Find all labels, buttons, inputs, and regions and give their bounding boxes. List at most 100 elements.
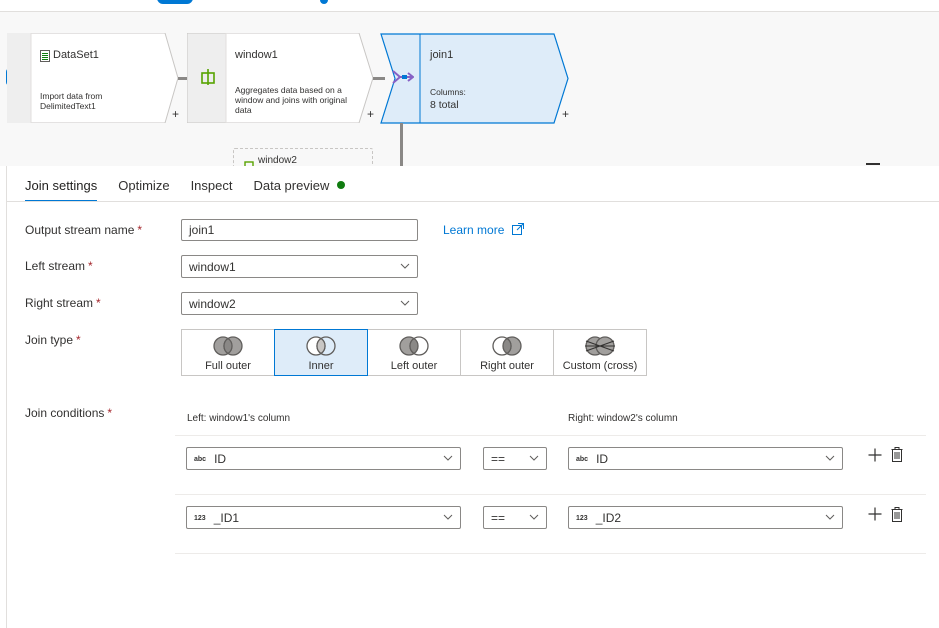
- join-type-full-outer[interactable]: Full outer: [181, 329, 275, 376]
- external-link-icon: [511, 223, 524, 235]
- chevron-down-icon: [443, 514, 453, 520]
- select-value: _ID2: [595, 511, 622, 525]
- select-value: ==: [491, 452, 506, 466]
- operator-select[interactable]: ==: [483, 447, 547, 470]
- required-mark: *: [88, 259, 93, 273]
- required-mark: *: [107, 406, 113, 420]
- join-type-selector: Full outer Inner Left outer Right outer …: [181, 329, 647, 376]
- string-type-icon: abc: [576, 456, 589, 463]
- status-dot: [337, 181, 346, 189]
- node-description: Aggregates data based on a window and jo…: [235, 85, 347, 115]
- chevron-down-icon: [443, 455, 453, 461]
- join-type-label-text: Right outer: [480, 360, 534, 372]
- tab-optimize[interactable]: Optimize: [118, 178, 169, 202]
- left-column-header: Left: window1's column: [187, 413, 291, 424]
- tab-label: Inspect: [190, 178, 233, 193]
- chevron-down-icon: [825, 514, 835, 520]
- select-value: ==: [491, 511, 506, 525]
- operator-select[interactable]: ==: [483, 506, 547, 529]
- output-stream-input[interactable]: join1: [181, 219, 418, 241]
- chevron-down-icon: [400, 300, 410, 306]
- label-text: Output stream name: [25, 223, 135, 237]
- node-title: join1: [430, 49, 454, 61]
- node-description: Import data from DelimitedText1: [40, 91, 103, 111]
- node-window1[interactable]: window1 Aggregates data based on a windo…: [187, 33, 374, 123]
- join-type-left-outer[interactable]: Left outer: [367, 329, 461, 376]
- node-join1[interactable]: join1 Columns: 8 total: [380, 33, 570, 124]
- join-type-right-outer[interactable]: Right outer: [460, 329, 554, 376]
- select-value: _ID1: [213, 511, 240, 525]
- join-type-label-text: Full outer: [205, 360, 251, 372]
- add-condition-icon[interactable]: [868, 448, 882, 462]
- node-title: DataSet1: [53, 49, 99, 61]
- tab-label: Optimize: [118, 178, 170, 193]
- right-stream-select[interactable]: window2: [181, 292, 418, 315]
- number-type-icon: 123: [194, 515, 206, 522]
- add-transform-button[interactable]: +: [172, 107, 179, 121]
- tab-join-settings[interactable]: Join settings: [25, 178, 98, 202]
- conditions-divider: [175, 435, 926, 436]
- data-flow-canvas[interactable]: DataSet1 Import data from DelimitedText1…: [0, 0, 939, 166]
- delete-condition-icon[interactable]: [891, 447, 903, 462]
- tab-inspect[interactable]: Inspect: [191, 178, 233, 202]
- chevron-down-icon: [529, 514, 539, 520]
- required-mark: *: [96, 296, 101, 310]
- tab-divider: [7, 201, 939, 202]
- number-type-icon: 123: [576, 515, 588, 522]
- string-type-icon: abc: [194, 456, 207, 463]
- add-transform-button[interactable]: +: [562, 107, 569, 121]
- left-stream-select[interactable]: window1: [181, 255, 418, 278]
- conditions-divider: [175, 553, 926, 554]
- settings-panel: Join settings Optimize Inspect Data prev…: [6, 166, 939, 628]
- select-value: ID: [214, 452, 227, 466]
- right-column-select[interactable]: 123 _ID2: [568, 506, 843, 529]
- select-value: window2: [189, 297, 236, 311]
- join-type-label-text: Custom (cross): [562, 360, 638, 372]
- required-mark: *: [137, 223, 143, 237]
- cross-join-icon: [585, 336, 615, 356]
- select-value: ID: [596, 452, 609, 466]
- tab-label: Data preview: [253, 178, 330, 193]
- tab-data-preview[interactable]: Data preview: [253, 178, 346, 202]
- label-text: Right stream: [25, 296, 94, 310]
- full-outer-join-icon: [213, 336, 243, 356]
- join-type-label: Join type *: [25, 333, 81, 347]
- label-text: Left stream: [25, 259, 86, 273]
- right-stream-label: Right stream *: [25, 296, 101, 310]
- node-title: window2: [258, 155, 297, 166]
- chevron-down-icon: [400, 263, 410, 269]
- chevron-down-icon: [825, 455, 835, 461]
- canvas-minimize-handle[interactable]: [866, 163, 880, 165]
- add-condition-icon[interactable]: [868, 507, 882, 521]
- join-type-label-text: Inner: [308, 360, 334, 372]
- toolbar-radio[interactable]: [320, 0, 328, 4]
- left-column-select[interactable]: abc ID: [186, 447, 461, 470]
- learn-more-link[interactable]: Learn more: [443, 223, 524, 237]
- left-stream-label: Left stream *: [25, 259, 93, 273]
- toolbar-toggle[interactable]: [157, 0, 193, 4]
- window-transform-icon: [244, 156, 254, 166]
- node-window2-partial[interactable]: window2: [233, 148, 373, 166]
- label-text: Join type: [25, 333, 74, 347]
- add-transform-button[interactable]: +: [367, 107, 374, 121]
- output-stream-label: Output stream name *: [25, 223, 142, 237]
- left-column-select[interactable]: 123 _ID1: [186, 506, 461, 529]
- node-columns-value: 8 total: [430, 99, 459, 111]
- delete-condition-icon[interactable]: [891, 507, 903, 522]
- conditions-divider: [175, 494, 926, 495]
- join-type-custom-cross[interactable]: Custom (cross): [553, 329, 647, 376]
- canvas-toolbar-strip: [0, 0, 939, 12]
- join-transform-icon: [392, 69, 415, 90]
- left-outer-join-icon: [399, 336, 429, 356]
- label-text: Join conditions: [25, 406, 105, 420]
- node-dataset1[interactable]: DataSet1 Import data from DelimitedText1: [7, 33, 179, 123]
- dataset-icon: [40, 49, 50, 67]
- node-columns-label: Columns:: [430, 87, 466, 97]
- link-text: Learn more: [443, 223, 505, 237]
- right-outer-join-icon: [492, 336, 522, 356]
- right-column-select[interactable]: abc ID: [568, 447, 843, 470]
- chevron-down-icon: [529, 455, 539, 461]
- select-value: window1: [189, 260, 236, 274]
- join-conditions-label: Join conditions *: [25, 406, 112, 420]
- join-type-inner[interactable]: Inner: [274, 329, 368, 376]
